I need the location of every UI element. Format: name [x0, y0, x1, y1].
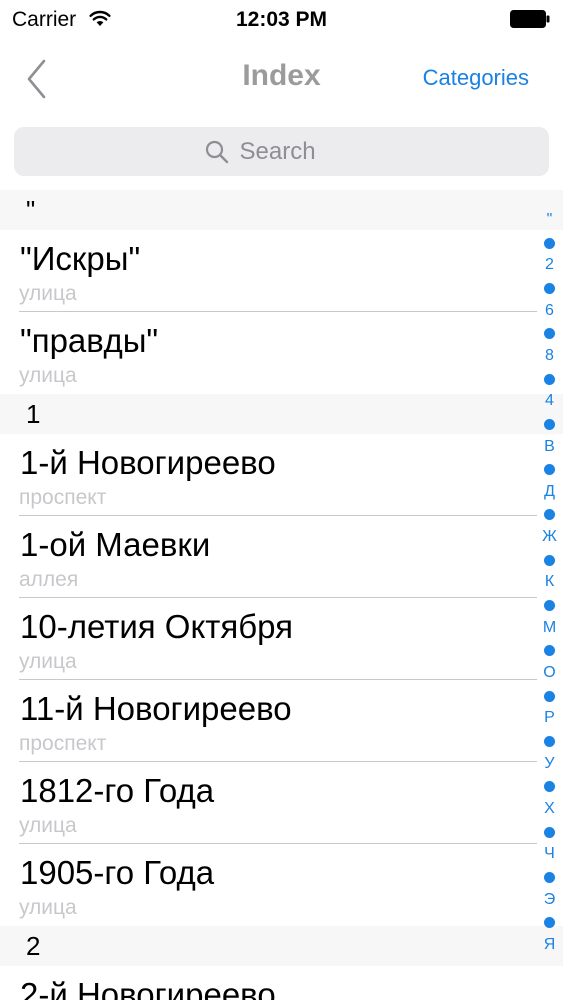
list-item-subtitle: улица: [19, 814, 77, 837]
list-item-subtitle: проспект: [19, 486, 107, 509]
index-letter[interactable]: О: [536, 664, 563, 682]
search-input[interactable]: [239, 137, 360, 166]
streets-list[interactable]: " "Искры" улица "правды" улица 1 1-й Нов…: [0, 190, 563, 1000]
list-item-title: 2-й Новогиреево: [20, 976, 276, 1000]
list-item[interactable]: 10-летия Октября улица: [0, 598, 563, 680]
list-item-title: 1-ой Маевки: [20, 526, 211, 563]
index-dot[interactable]: [544, 645, 555, 657]
index-letter[interactable]: К: [536, 573, 563, 591]
navigation-bar: Index Categories: [0, 40, 563, 114]
index-letter[interactable]: У: [536, 755, 563, 773]
index-letter[interactable]: Ж: [536, 528, 563, 546]
index-letter[interactable]: Я: [536, 936, 563, 954]
index-dot[interactable]: [544, 735, 555, 747]
list-item-title: 10-летия Октября: [20, 608, 294, 645]
section-header: 2: [0, 926, 563, 966]
clock: 12:03 PM: [235, 8, 328, 31]
index-letter[interactable]: 6: [536, 302, 563, 320]
list-item[interactable]: "правды" улица: [0, 312, 563, 394]
index-letter[interactable]: Р: [536, 709, 563, 727]
section-index-strip[interactable]: " 2 6 8 4 В Д Ж К М О Р У Х Ч Э Я: [536, 211, 563, 971]
search-bar[interactable]: [14, 127, 549, 176]
index-dot[interactable]: [544, 373, 555, 385]
list-item[interactable]: "Искры" улица: [0, 230, 563, 312]
section-header: 1: [0, 394, 563, 434]
index-dot[interactable]: [544, 690, 555, 702]
list-item-subtitle: улица: [19, 896, 77, 919]
battery-icon: [510, 10, 550, 28]
index-dot[interactable]: [544, 282, 555, 294]
list-item-title: 1-й Новогиреево: [20, 444, 276, 481]
list-item-subtitle: проспект: [19, 732, 107, 755]
index-letter[interactable]: 4: [536, 392, 563, 410]
index-letter[interactable]: 8: [536, 347, 563, 365]
index-letter[interactable]: ": [536, 211, 563, 229]
index-dot[interactable]: [544, 871, 555, 883]
section-header: ": [0, 190, 563, 230]
index-letter[interactable]: 2: [536, 256, 563, 274]
index-dot[interactable]: [544, 917, 555, 929]
index-letter[interactable]: В: [536, 438, 563, 456]
index-letter[interactable]: Э: [536, 891, 563, 909]
list-item-title: 1905-го Года: [20, 854, 215, 891]
list-item[interactable]: 2-й Новогиреево: [0, 966, 563, 1000]
index-dot[interactable]: [544, 554, 555, 566]
list-item-title: "правды": [20, 322, 159, 359]
status-bar: Carrier 12:03 PM: [0, 0, 563, 40]
list-item-title: 1812-го Года: [20, 772, 215, 809]
list-item[interactable]: 1-ой Маевки аллея: [0, 516, 563, 598]
list-item-subtitle: аллея: [19, 568, 79, 591]
index-dot[interactable]: [544, 600, 555, 612]
index-dot[interactable]: [544, 328, 555, 340]
index-letter[interactable]: Д: [536, 483, 563, 501]
index-letter[interactable]: Х: [536, 800, 563, 818]
list-item[interactable]: 1905-го Года улица: [0, 844, 563, 926]
index-dot[interactable]: [544, 509, 555, 521]
list-item-subtitle: улица: [19, 650, 77, 673]
index-dot[interactable]: [544, 237, 555, 249]
list-item-title: "Искры": [20, 240, 141, 277]
list-item[interactable]: 11-й Новогиреево проспект: [0, 680, 563, 762]
index-dot[interactable]: [544, 826, 555, 838]
index-dot[interactable]: [544, 781, 555, 793]
search-icon: [205, 140, 228, 163]
categories-button[interactable]: Categories: [423, 65, 529, 91]
index-letter[interactable]: Ч: [536, 845, 563, 863]
list-item[interactable]: 1-й Новогиреево проспект: [0, 434, 563, 516]
list-item-title: 11-й Новогиреево: [20, 690, 292, 727]
index-letter[interactable]: М: [536, 619, 563, 637]
list-item[interactable]: 1812-го Года улица: [0, 762, 563, 844]
index-dot[interactable]: [544, 418, 555, 430]
list-item-subtitle: улица: [19, 282, 77, 305]
index-dot[interactable]: [544, 464, 555, 476]
list-item-subtitle: улица: [19, 364, 77, 387]
